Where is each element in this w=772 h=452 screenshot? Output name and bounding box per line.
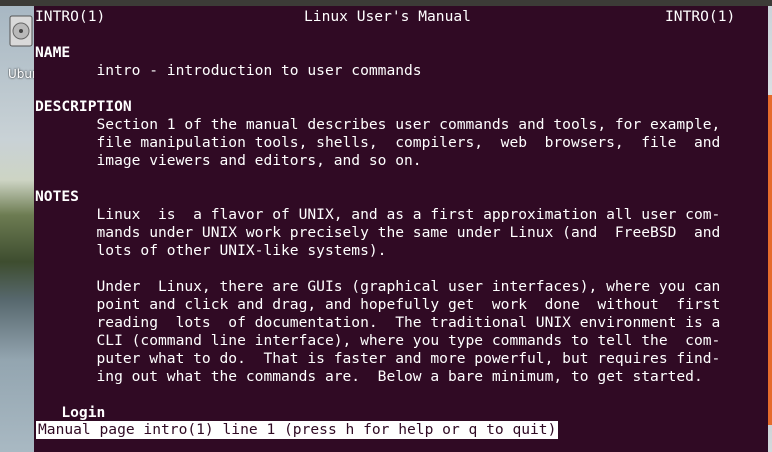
man-section-heading: NOTES bbox=[35, 188, 79, 205]
man-text-line: intro - introduction to user commands bbox=[35, 62, 422, 79]
man-text-line: reading lots of documentation. The tradi… bbox=[35, 314, 721, 331]
man-section-heading: Login bbox=[35, 404, 106, 421]
man-section-heading: DESCRIPTION bbox=[35, 98, 132, 115]
man-text-line: lots of other UNIX-like systems). bbox=[35, 242, 387, 259]
disc-icon[interactable] bbox=[8, 8, 34, 52]
man-text-line: Linux is a flavor of UNIX, and as a firs… bbox=[35, 206, 721, 223]
man-text-line: file manipulation tools, shells, compile… bbox=[35, 134, 721, 151]
man-text-line: puter what to do. That is faster and mor… bbox=[35, 350, 721, 367]
man-header-center: Linux User's Manual bbox=[304, 8, 471, 25]
man-text-line: point and click and drag, and hopefully … bbox=[35, 296, 721, 313]
man-text-line: image viewers and editors, and so on. bbox=[35, 152, 422, 169]
window-edge-accent bbox=[768, 95, 772, 425]
man-text-line: CLI (command line interface), where you … bbox=[35, 332, 721, 349]
desktop-icon-label[interactable]: Ubuntu 18.04 amd64 bbox=[8, 66, 34, 82]
man-header-right: INTRO(1) bbox=[665, 8, 736, 25]
pager-status-line: Manual page intro(1) line 1 (press h for… bbox=[36, 421, 559, 439]
man-section-heading: NAME bbox=[35, 44, 71, 61]
terminal-window[interactable]: INTRO(1) Linux User's Manual INTRO(1) NA… bbox=[34, 6, 768, 452]
man-header-left: INTRO(1) bbox=[35, 8, 106, 25]
man-text-line: ing out what the commands are. Below a b… bbox=[35, 368, 703, 385]
man-text-line: mands under UNIX work precisely the same… bbox=[35, 224, 721, 241]
man-text-line: Section 1 of the manual describes user c… bbox=[35, 116, 721, 133]
man-text-line: Under Linux, there are GUIs (graphical u… bbox=[35, 278, 721, 295]
